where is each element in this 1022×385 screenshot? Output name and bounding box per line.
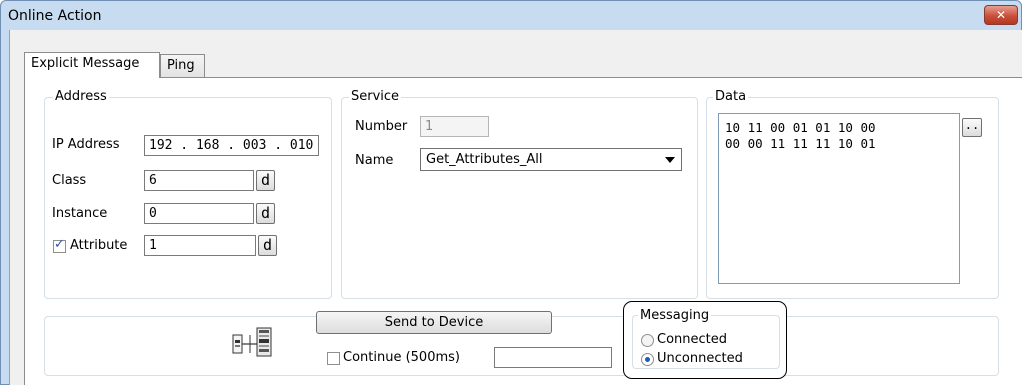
chevron-down-icon (665, 157, 675, 163)
tab-label: Ping (167, 58, 195, 73)
ip-address-label: IP Address (52, 137, 120, 152)
data-group-label: Data (713, 89, 749, 104)
class-field[interactable]: 6 (144, 170, 254, 191)
address-group-label: Address (53, 89, 109, 104)
attribute-field[interactable]: 1 (144, 235, 256, 256)
messaging-group-label: Messaging (638, 308, 712, 323)
instance-label: Instance (52, 206, 108, 221)
data-hex-textarea[interactable]: 10 11 00 01 01 10 00 00 00 11 11 11 10 0… (718, 113, 960, 284)
number-label: Number (355, 119, 408, 134)
ip-address-field[interactable]: 192 . 168 . 003 . 010 (144, 135, 319, 156)
continue-interval-field[interactable] (494, 347, 612, 368)
class-radix-button[interactable]: d (256, 170, 275, 191)
number-field[interactable]: 1 (420, 116, 489, 137)
class-label: Class (52, 173, 87, 188)
address-group (44, 97, 332, 299)
service-group-label: Service (349, 89, 402, 104)
service-name-dropdown[interactable]: Get_Attributes_All (420, 148, 682, 171)
unconnected-radio[interactable] (641, 353, 654, 366)
attribute-radix-button[interactable]: d (258, 235, 277, 256)
service-name-value: Get_Attributes_All (426, 152, 543, 167)
window-title: Online Action (8, 8, 102, 24)
send-to-device-button[interactable]: Send to Device (316, 311, 552, 334)
continue-label: Continue (500ms) (343, 350, 460, 365)
close-button[interactable]: ✕ (984, 5, 1018, 25)
close-icon: ✕ (995, 8, 1007, 22)
tab-explicit-message[interactable]: Explicit Message (24, 52, 160, 78)
tab-label: Explicit Message (31, 56, 140, 71)
instance-field[interactable]: 0 (144, 203, 254, 224)
attribute-label: Attribute (70, 238, 128, 253)
unconnected-label: Unconnected (657, 351, 743, 366)
network-device-icon (228, 319, 278, 365)
continue-checkbox[interactable] (327, 352, 340, 365)
connected-radio[interactable] (641, 334, 654, 347)
attribute-checkbox[interactable] (53, 237, 66, 253)
tab-ping[interactable]: Ping (160, 54, 205, 78)
connected-label: Connected (657, 332, 728, 347)
instance-radix-button[interactable]: d (256, 203, 275, 224)
data-browse-button[interactable]: .. (962, 118, 982, 137)
name-label: Name (355, 153, 394, 168)
